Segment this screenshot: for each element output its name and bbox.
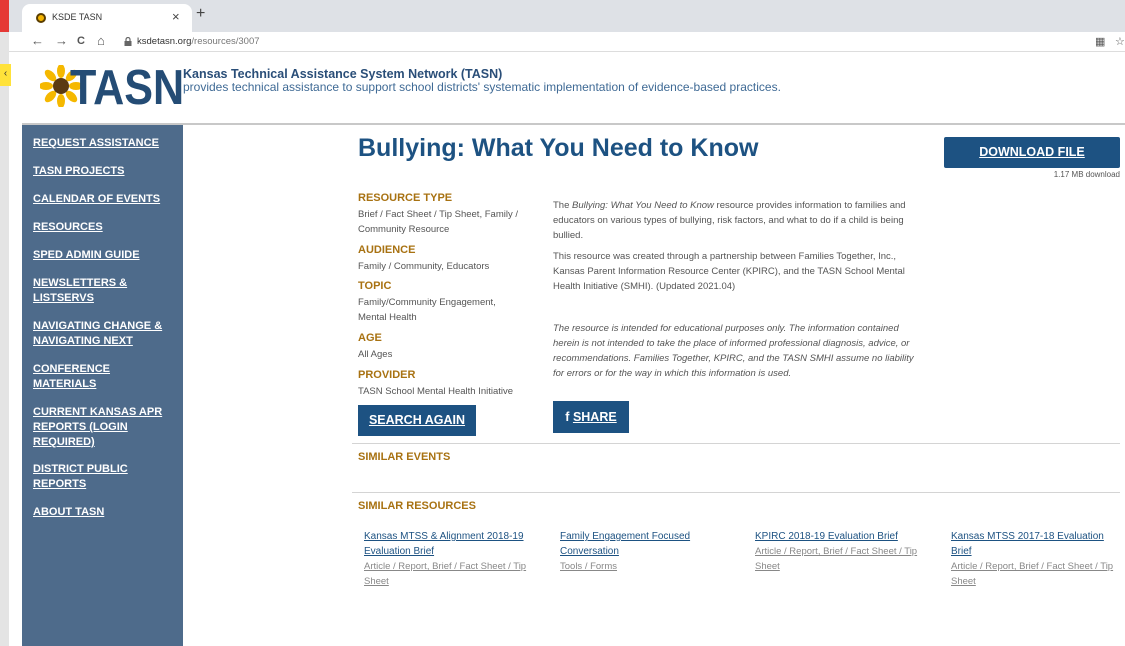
resource-title-emphasis: Bullying: What You Need to Know — [572, 200, 714, 211]
similar-resource-title[interactable]: Family Engagement Focused Conversation — [560, 529, 710, 559]
description-partnership: This resource was created through a part… — [553, 251, 905, 292]
sidebar-item-request-assistance[interactable]: REQUEST ASSISTANCE — [33, 136, 178, 151]
similar-resource-card: Kansas MTSS 2017-18 Evaluation Brief Art… — [951, 529, 1116, 589]
tab-title: KSDE TASN — [52, 12, 103, 22]
back-arrow-icon[interactable]: ← — [31, 33, 44, 48]
url-path: /resources/3007 — [191, 36, 260, 47]
section-divider — [352, 492, 1120, 493]
sidebar-item-calendar-of-events[interactable]: CALENDAR OF EVENTS — [33, 192, 178, 207]
resource-type-heading: RESOURCE TYPE — [358, 192, 453, 204]
similar-resources-heading: SIMILAR RESOURCES — [358, 500, 476, 512]
similar-resource-title[interactable]: Kansas MTSS & Alignment 2018-19 Evaluati… — [364, 529, 529, 559]
disclaimer: The resource is intended for educational… — [553, 323, 914, 379]
lock-icon — [124, 36, 132, 48]
sidebar-item-newsletters[interactable]: NEWSLETTERS & LISTSERVS — [33, 276, 153, 306]
audience-heading: AUDIENCE — [358, 244, 416, 256]
os-accent-strip — [0, 0, 9, 32]
new-tab-button[interactable]: + — [196, 5, 205, 23]
age-value: All Ages — [358, 349, 393, 360]
collapse-handle[interactable]: ‹ — [0, 64, 11, 86]
sidebar-item-conference-materials[interactable]: CONFERENCE MATERIALS — [33, 362, 133, 392]
section-divider — [352, 443, 1120, 444]
sidebar-item-about-tasn[interactable]: ABOUT TASN — [33, 505, 178, 520]
sidebar-item-sped-admin-guide[interactable]: SPED ADMIN GUIDE — [33, 248, 178, 263]
qr-code-icon[interactable]: ▦ — [1095, 35, 1105, 48]
org-tagline: provides technical assistance to support… — [183, 80, 781, 94]
sidebar-item-navigating-change[interactable]: NAVIGATING CHANGE & NAVIGATING NEXT — [33, 319, 173, 349]
sidebar-item-tasn-projects[interactable]: TASN PROJECTS — [33, 164, 178, 179]
logo-wordmark: TASN — [70, 61, 185, 115]
similar-resource-card: Kansas MTSS & Alignment 2018-19 Evaluati… — [364, 529, 529, 589]
home-icon[interactable]: ⌂ — [97, 33, 105, 48]
topic-value: Family/Community Engagement, Mental Heal… — [358, 297, 496, 323]
close-tab-icon[interactable]: × — [172, 9, 180, 24]
sidebar-item-district-public-reports[interactable]: DISTRICT PUBLIC REPORTS — [33, 462, 143, 492]
header-divider — [22, 123, 1125, 125]
similar-resource-title[interactable]: Kansas MTSS 2017-18 Evaluation Brief — [951, 529, 1116, 559]
resource-type-value: Brief / Fact Sheet / Tip Sheet, Family /… — [358, 209, 518, 235]
similar-events-heading: SIMILAR EVENTS — [358, 451, 451, 463]
similar-resource-type[interactable]: Tools / Forms — [560, 559, 710, 574]
reload-icon[interactable]: C — [77, 35, 85, 47]
provider-heading: PROVIDER — [358, 369, 416, 381]
page-title: Bullying: What You Need to Know — [358, 134, 759, 162]
download-size: 1.17 MB download — [1053, 170, 1120, 179]
share-button[interactable]: f SHARE — [553, 401, 629, 433]
facebook-icon: f — [565, 410, 570, 424]
similar-resource-card: Family Engagement Focused Conversation T… — [560, 529, 710, 574]
bookmark-star-icon[interactable]: ☆ — [1115, 35, 1125, 48]
provider-value: TASN School Mental Health Initiative — [358, 386, 514, 397]
similar-resource-card: KPIRC 2018-19 Evaluation Brief Article /… — [755, 529, 920, 574]
sidebar: REQUEST ASSISTANCE TASN PROJECTS CALENDA… — [22, 125, 183, 646]
share-label: SHARE — [572, 410, 617, 424]
window-edge — [0, 32, 9, 646]
search-again-button[interactable]: SEARCH AGAIN — [358, 405, 476, 436]
download-file-button[interactable]: DOWNLOAD FILE — [944, 137, 1120, 168]
similar-resource-type[interactable]: Article / Report, Brief / Fact Sheet / T… — [951, 559, 1116, 589]
address-bar[interactable]: ksdetasn.org/resources/3007 — [137, 36, 260, 47]
sunflower-favicon-icon — [36, 13, 46, 23]
topic-heading: TOPIC — [358, 280, 392, 292]
browser-tab[interactable]: KSDE TASN × — [22, 4, 192, 32]
description-intro: The Bullying: What You Need to Know reso… — [553, 200, 906, 241]
audience-value: Family / Community, Educators — [358, 261, 490, 272]
sidebar-item-resources[interactable]: RESOURCES — [33, 220, 178, 235]
url-domain: ksdetasn.org — [137, 36, 192, 47]
tasn-logo[interactable]: TASN — [40, 61, 184, 115]
org-title: Kansas Technical Assistance System Netwo… — [183, 67, 503, 81]
similar-resource-type[interactable]: Article / Report, Brief / Fact Sheet / T… — [755, 544, 920, 574]
similar-resource-title[interactable]: KPIRC 2018-19 Evaluation Brief — [755, 529, 920, 544]
forward-arrow-icon[interactable]: → — [55, 33, 68, 48]
age-heading: AGE — [358, 332, 382, 344]
similar-resource-type[interactable]: Article / Report, Brief / Fact Sheet / T… — [364, 559, 529, 589]
sidebar-item-kansas-apr-reports[interactable]: CURRENT KANSAS APR REPORTS (LOGIN REQUIR… — [33, 405, 173, 450]
